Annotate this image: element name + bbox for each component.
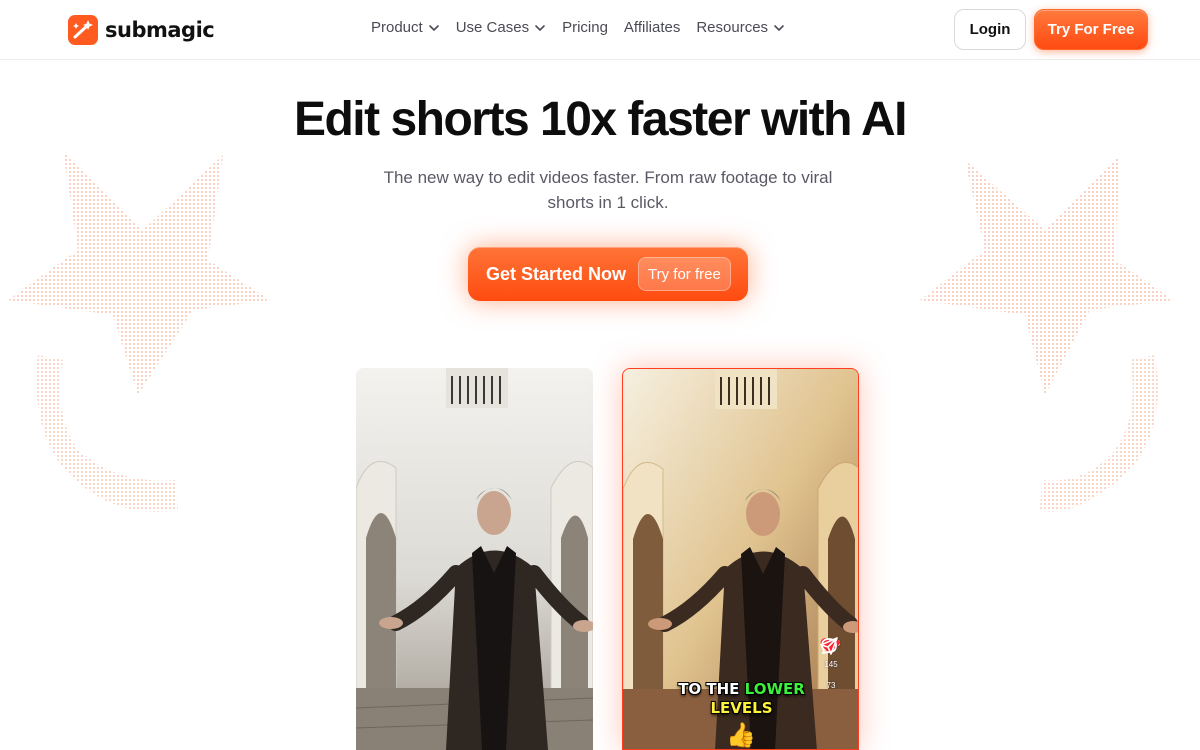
raw-footage-image: [356, 368, 593, 750]
send-icon[interactable]: [820, 637, 838, 655]
brand-logo[interactable]: submagic: [68, 14, 215, 46]
chevron-down-icon: [774, 24, 784, 31]
chevron-down-icon: [535, 24, 545, 31]
nav-link-label: Product: [371, 19, 423, 36]
hero-subtitle: The new way to edit videos faster. From …: [383, 168, 833, 212]
nav-link-pricing[interactable]: Pricing: [562, 19, 608, 36]
decorative-star-left: [8, 150, 278, 530]
nav-link-label: Use Cases: [455, 19, 530, 36]
try-for-free-button[interactable]: Try For Free: [1034, 9, 1148, 50]
comments-count: 145: [824, 660, 838, 669]
nav-link-product[interactable]: Product: [371, 19, 440, 36]
decorative-star-right: [915, 150, 1195, 530]
thumbs-up-emoji: 👍: [726, 722, 756, 749]
nav-link-affiliates[interactable]: Affiliates: [624, 19, 680, 36]
video-raw-preview[interactable]: [356, 368, 593, 750]
chevron-down-icon: [428, 24, 439, 31]
nav-link-label: Affiliates: [623, 19, 681, 36]
caption-line-2: LEVELS: [710, 699, 773, 717]
top-navbar: submagic Product Use Cases Pricing Affil…: [0, 0, 1200, 60]
nav-link-label: Resources: [696, 19, 769, 36]
caption-word: TO THE: [678, 680, 740, 698]
nav-link-label: Pricing: [562, 19, 608, 36]
nav-link-resources[interactable]: Resources: [696, 19, 785, 36]
logo-mark-icon: [68, 15, 98, 45]
caption-highlight-word: LOWER: [744, 680, 805, 698]
brand-name: submagic: [105, 18, 215, 42]
video-edited-preview[interactable]: 1803 145 73 TO THE LOWER LEVELS 👍: [622, 368, 859, 750]
hero-title: Edit shorts 10x faster with AI: [293, 93, 908, 146]
cta-pill: Try for free: [638, 257, 731, 291]
nav-links: Product Use Cases Pricing Affiliates Res…: [371, 19, 785, 36]
cta-label: Get Started Now: [486, 263, 627, 284]
get-started-button[interactable]: Get Started Now Try for free: [468, 247, 748, 301]
video-caption: TO THE LOWER LEVELS: [623, 680, 858, 718]
nav-link-use-cases[interactable]: Use Cases: [456, 19, 546, 36]
login-button[interactable]: Login: [954, 9, 1026, 50]
